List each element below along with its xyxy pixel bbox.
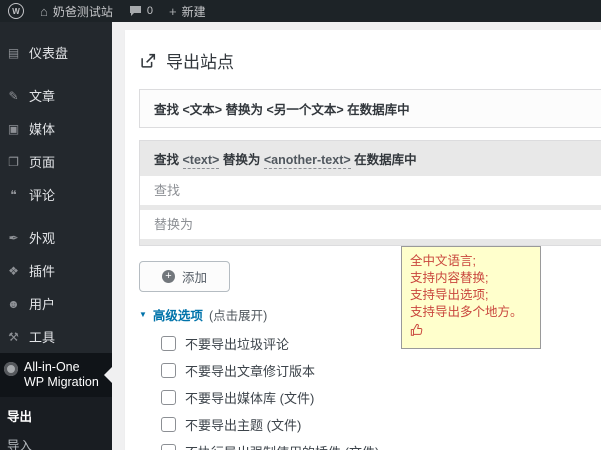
site-link[interactable]: ⌂ 奶爸测试站 — [32, 0, 121, 22]
posts-icon: ✎ — [8, 88, 19, 103]
ai1wm-plugin-logo-icon — [4, 362, 18, 376]
checkbox[interactable] — [161, 444, 176, 450]
wordpress-logo-icon: W — [8, 3, 24, 19]
plus-icon: + — [169, 3, 177, 19]
sidebar-item-all-in-one-wp-migration[interactable]: All-in-One WP Migration — [0, 353, 112, 397]
comment-count: 0 — [146, 5, 153, 17]
text-token[interactable]: <text> — [182, 153, 220, 169]
option-no-must-use-plugins[interactable]: 不执行导出强制使用的插件 (文件) — [161, 438, 601, 450]
new-label: 新建 — [181, 4, 206, 19]
sidebar-item-dashboard[interactable]: ▤ 仪表盘 — [0, 36, 112, 69]
sidebar-item-label: 页面 — [29, 155, 56, 170]
sidebar-item-label: 插件 — [29, 264, 56, 279]
pages-icon: ❐ — [8, 154, 19, 169]
advanced-options-hint: (点击展开) — [208, 309, 268, 323]
admin-sidebar: ▤ 仪表盘 ✎ 文章 ▣ 媒体 ❐ 页面 ❝ 评论 ✒ 外观 ❖ 插件 ☻ 用户… — [0, 22, 112, 450]
appearance-icon: ✒ — [8, 230, 19, 245]
add-button-label: 添加 — [182, 271, 208, 285]
note-line: 支持导出多个地方。 — [410, 305, 523, 319]
thumbs-up-icon — [410, 324, 423, 336]
checkbox[interactable] — [161, 390, 176, 405]
site-name: 奶爸测试站 — [52, 4, 113, 19]
option-no-media-library[interactable]: 不要导出媒体库 (文件) — [161, 384, 601, 411]
note-line: 支持导出选项; — [410, 288, 489, 302]
sidebar-item-label: 文章 — [29, 89, 56, 104]
page-title-text: 导出站点 — [166, 53, 234, 72]
media-icon: ▣ — [7, 121, 20, 136]
admin-bar: W ⌂ 奶爸测试站 0 + 新建 — [0, 0, 601, 22]
comment-bubble-icon — [129, 5, 141, 16]
find-input[interactable] — [140, 176, 601, 205]
add-plus-icon: + — [162, 270, 175, 283]
sidebar-item-label: 仪表盘 — [29, 46, 69, 61]
sidebar-item-tools[interactable]: ⚒ 工具 — [0, 320, 112, 353]
sidebar-item-appearance[interactable]: ✒ 外观 — [0, 221, 112, 254]
option-no-themes[interactable]: 不要导出主题 (文件) — [161, 411, 601, 438]
sidebar-item-label: 用户 — [29, 297, 56, 312]
note-line: 全中文语言; — [410, 254, 476, 268]
option-no-post-revisions[interactable]: 不要导出文章修订版本 — [161, 357, 601, 384]
sidebar-item-comments[interactable]: ❝ 评论 — [0, 178, 112, 211]
another-text-token[interactable]: <another-text> — [263, 153, 351, 169]
home-icon: ⌂ — [40, 3, 48, 19]
replace-input[interactable] — [140, 210, 601, 239]
note-line: 支持内容替换; — [410, 271, 489, 285]
advanced-options-link[interactable]: 高级选项 — [153, 305, 203, 324]
sidebar-item-pages[interactable]: ❐ 页面 — [0, 145, 112, 178]
submenu-item-export[interactable]: 导出 — [0, 401, 112, 430]
checkbox[interactable] — [161, 417, 176, 432]
sidebar-item-label: 工具 — [29, 330, 56, 345]
ai1wm-submenu: 导出 导入 备份 — [0, 397, 112, 450]
checkbox[interactable] — [161, 363, 176, 378]
users-icon: ☻ — [7, 296, 20, 311]
add-button[interactable]: + 添加 — [139, 261, 231, 292]
new-content-button[interactable]: + 新建 — [161, 0, 214, 22]
dashboard-icon: ▤ — [7, 45, 20, 60]
current-menu-notch — [96, 367, 112, 383]
wordpress-menu[interactable]: W — [0, 0, 32, 22]
find-replace-summary-box: 查找 <文本> 替换为 <另一个文本> 在数据库中 — [139, 89, 601, 128]
sidebar-item-label: All-in-One WP Migration — [24, 360, 99, 389]
plugins-icon: ❖ — [8, 263, 19, 278]
builder-header: 查找 <text> 替换为 <another-text> 在数据库中 — [154, 153, 417, 169]
page-title: 导出站点 — [139, 48, 601, 73]
submenu-item-import[interactable]: 导入 — [0, 430, 112, 450]
comments-link[interactable]: 0 — [121, 0, 161, 22]
sidebar-item-plugins[interactable]: ❖ 插件 — [0, 254, 112, 287]
find-replace-builder: 查找 <text> 替换为 <another-text> 在数据库中 — [139, 140, 601, 246]
comments-icon: ❝ — [10, 187, 17, 202]
sidebar-item-users[interactable]: ☻ 用户 — [0, 287, 112, 320]
chevron-down-icon: ▼ — [139, 310, 147, 319]
export-card: 导出站点 查找 <文本> 替换为 <另一个文本> 在数据库中 查找 <text>… — [125, 30, 601, 450]
sidebar-item-label: 外观 — [29, 231, 56, 246]
feature-note: 全中文语言; 支持内容替换; 支持导出选项; 支持导出多个地方。 — [401, 246, 541, 349]
sidebar-item-label: 媒体 — [29, 122, 56, 137]
sidebar-item-posts[interactable]: ✎ 文章 — [0, 79, 112, 112]
sidebar-item-media[interactable]: ▣ 媒体 — [0, 112, 112, 145]
export-icon — [141, 53, 156, 68]
checkbox[interactable] — [161, 336, 176, 351]
content-area: 导出站点 查找 <文本> 替换为 <另一个文本> 在数据库中 查找 <text>… — [112, 22, 601, 450]
tools-icon: ⚒ — [8, 329, 19, 344]
sidebar-item-label: 评论 — [29, 188, 56, 203]
